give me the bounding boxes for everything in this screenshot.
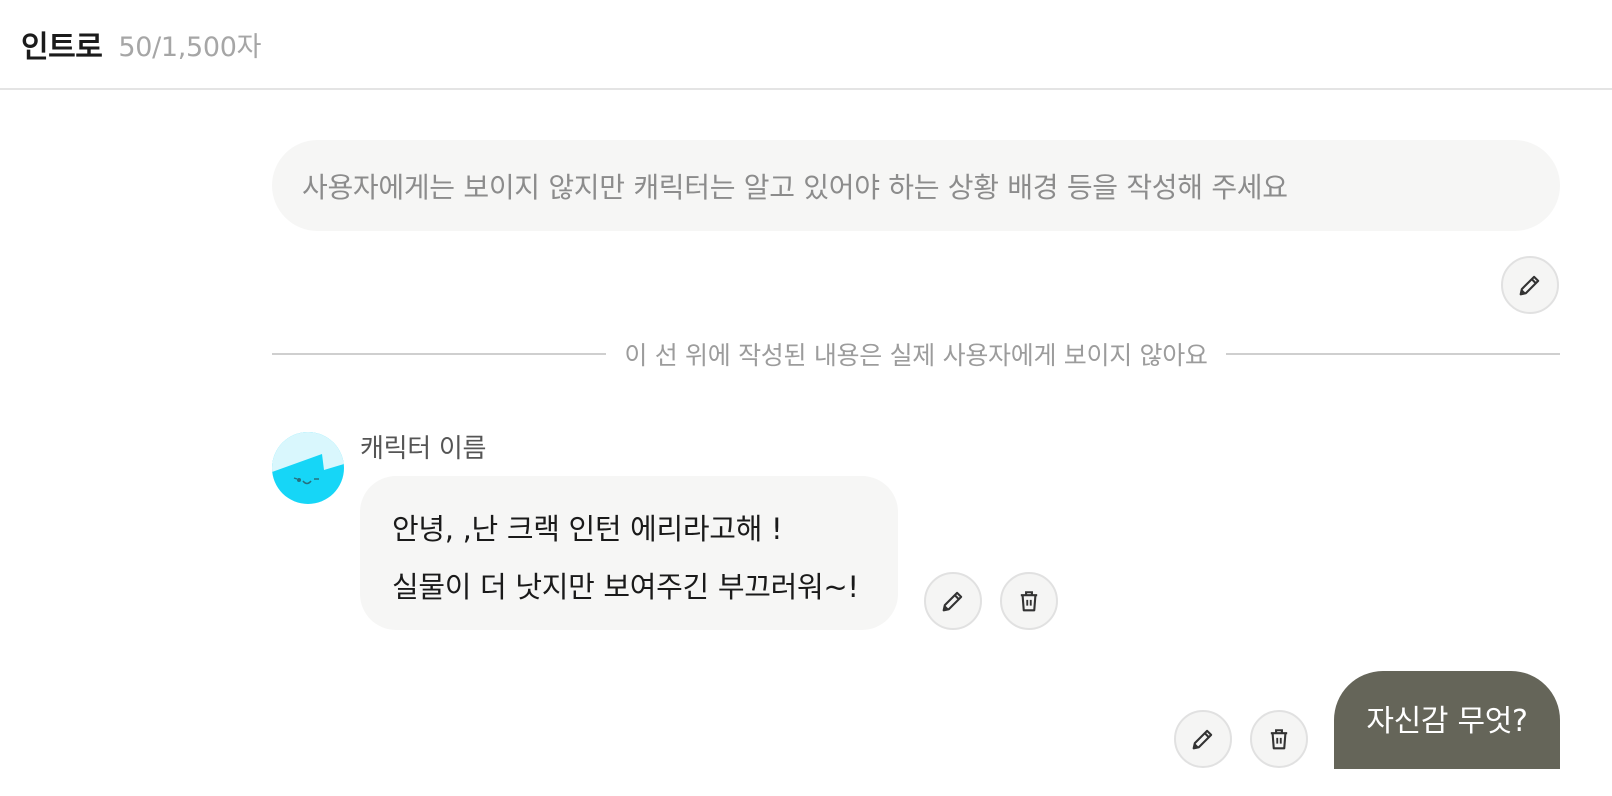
edit-user-message-button[interactable] xyxy=(1174,710,1232,768)
trash-icon xyxy=(1020,591,1038,612)
character-message-bubble[interactable]: 안녕, ,난 크랙 인턴 에리라고해 ! 실물이 더 낫지만 보여주긴 부끄러워… xyxy=(360,476,898,630)
header: 인트로 50/1,500자 xyxy=(0,0,1612,90)
delete-user-message-button[interactable] xyxy=(1250,710,1308,768)
message-line: 안녕, ,난 크랙 인턴 에리라고해 ! xyxy=(392,512,783,546)
situation-input[interactable]: 사용자에게는 보이지 않지만 캐릭터는 알고 있어야 하는 상황 배경 등을 작… xyxy=(272,140,1560,231)
user-message-bubble[interactable]: 자신감 무엇? xyxy=(1334,671,1560,769)
divider-line-left xyxy=(272,353,607,355)
delete-character-message-button[interactable] xyxy=(1000,572,1058,630)
divider-text: 이 선 위에 작성된 내용은 실제 사용자에게 보이지 않아요 xyxy=(624,341,1208,370)
trash-icon xyxy=(1270,729,1288,750)
section-title: 인트로 xyxy=(21,30,103,65)
char-count: 50/1,500자 xyxy=(118,31,262,63)
edit-situation-button[interactable] xyxy=(1501,256,1559,314)
character-avatar[interactable] xyxy=(272,432,344,504)
message-line: 실물이 더 낫지만 보여주긴 부끄러워~! xyxy=(392,570,859,604)
character-name: 캐릭터 이름 xyxy=(360,434,487,464)
pencil-icon xyxy=(1519,275,1540,296)
visibility-divider: 이 선 위에 작성된 내용은 실제 사용자에게 보이지 않아요 xyxy=(272,334,1560,374)
divider-line-right xyxy=(1225,353,1560,355)
pencil-icon xyxy=(1192,729,1213,750)
pencil-icon xyxy=(942,591,963,612)
edit-character-message-button[interactable] xyxy=(924,572,982,630)
